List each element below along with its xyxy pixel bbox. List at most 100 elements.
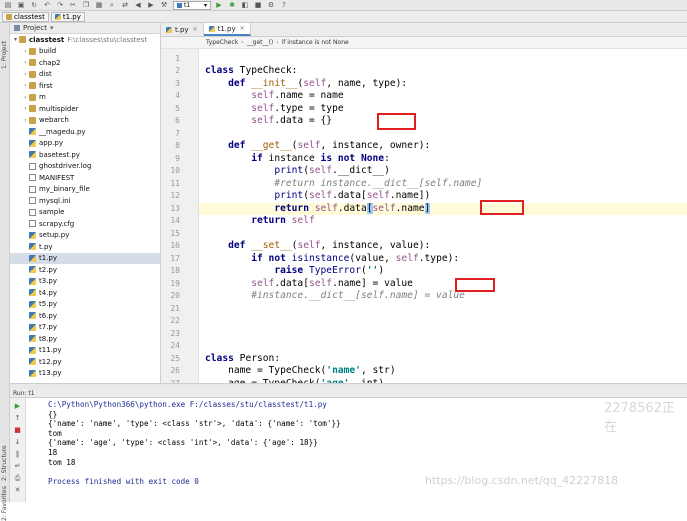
- nav-crumb-project[interactable]: classtest: [2, 11, 49, 22]
- tree-item[interactable]: app.py: [10, 138, 160, 150]
- tree-item[interactable]: ghostdriver.log: [10, 161, 160, 173]
- tree-item[interactable]: › build: [10, 46, 160, 58]
- tree-item-label: t.py: [39, 242, 53, 251]
- file-icon: [29, 208, 36, 216]
- line-number: 19: [170, 278, 180, 288]
- tree-item[interactable]: t2.py: [10, 264, 160, 276]
- tree-item[interactable]: › multispider: [10, 103, 160, 115]
- expand-arrow-icon[interactable]: ›: [22, 94, 29, 101]
- open-icon[interactable]: ▤: [3, 1, 13, 10]
- expand-arrow-icon[interactable]: ›: [22, 48, 29, 55]
- tree-item[interactable]: MANIFEST: [10, 172, 160, 184]
- close-icon[interactable]: ✕: [193, 26, 198, 33]
- tree-item[interactable]: t4.py: [10, 287, 160, 299]
- expand-arrow-icon[interactable]: ›: [22, 82, 29, 89]
- breadcrumb-item[interactable]: if instance is not None: [282, 39, 349, 46]
- expand-arrow-icon[interactable]: ›: [22, 105, 29, 112]
- tree-item[interactable]: scrapy.cfg: [10, 218, 160, 230]
- tree-item[interactable]: t12.py: [10, 356, 160, 368]
- undo-icon[interactable]: ↶: [42, 1, 52, 10]
- tree-root[interactable]: ▾ classtest F:\classes\stu\classtest: [10, 34, 160, 46]
- tree-item[interactable]: my_binary_file: [10, 184, 160, 196]
- tree-item[interactable]: sample: [10, 207, 160, 219]
- file-icon: [29, 174, 36, 182]
- sync-icon[interactable]: ↻: [29, 1, 39, 10]
- console-line: {'name': 'name', 'type': <class 'str'>, …: [48, 419, 341, 429]
- forward-icon[interactable]: ▶: [146, 1, 156, 10]
- line-number: 3: [175, 78, 180, 88]
- python-file-icon: [29, 231, 36, 239]
- tree-item[interactable]: t13.py: [10, 368, 160, 380]
- project-panel-header: Project ▾: [10, 23, 160, 34]
- code-line: return self: [251, 215, 315, 226]
- tree-item[interactable]: t1.py: [10, 252, 160, 264]
- save-icon[interactable]: ▣: [16, 1, 26, 10]
- pause-icon[interactable]: ∥: [13, 450, 22, 458]
- help-icon[interactable]: ?: [279, 1, 289, 10]
- wrap-icon[interactable]: ↵: [13, 462, 22, 470]
- settings-icon[interactable]: ⚙: [266, 1, 276, 10]
- breadcrumb-item[interactable]: TypeCheck: [206, 39, 238, 46]
- expand-arrow-icon[interactable]: ›: [22, 59, 29, 66]
- tree-item-label: mysql.ini: [39, 196, 71, 205]
- tree-item[interactable]: t3.py: [10, 276, 160, 288]
- code-editor[interactable]: class TypeCheck: def __init__(self, name…: [199, 49, 687, 383]
- tree-item[interactable]: setup.py: [10, 230, 160, 242]
- tree-item[interactable]: › chap2: [10, 57, 160, 69]
- tree-item[interactable]: › m: [10, 92, 160, 104]
- tree-item[interactable]: basetest.py: [10, 149, 160, 161]
- replace-icon[interactable]: ⇄: [120, 1, 130, 10]
- tool-tab-project[interactable]: 1: Project: [1, 29, 9, 69]
- tree-item[interactable]: › first: [10, 80, 160, 92]
- tree-item[interactable]: › webarch: [10, 115, 160, 127]
- rerun-icon[interactable]: ▶: [13, 402, 22, 410]
- expand-arrow-icon[interactable]: ▾: [12, 36, 19, 43]
- python-file-icon: [166, 26, 172, 33]
- expand-arrow-icon[interactable]: ›: [22, 71, 29, 78]
- annotation-box: [377, 113, 416, 130]
- tree-item[interactable]: t.py: [10, 241, 160, 253]
- up-icon[interactable]: ↑: [13, 414, 22, 422]
- run-icon[interactable]: ▶: [214, 1, 224, 10]
- copy-icon[interactable]: ❐: [81, 1, 91, 10]
- tool-tab-favorites[interactable]: 2: Favorites: [1, 483, 9, 521]
- stop-icon[interactable]: ■: [13, 426, 22, 434]
- expand-arrow-icon[interactable]: ›: [22, 117, 29, 124]
- breadcrumb-item[interactable]: __get__(): [247, 39, 274, 46]
- tree-item-label: ghostdriver.log: [39, 162, 92, 171]
- run-config-select[interactable]: t1 ▾: [173, 0, 211, 10]
- down-icon[interactable]: ↓: [13, 438, 22, 446]
- find-icon[interactable]: ⌕: [107, 1, 117, 10]
- close-icon[interactable]: ✕: [240, 25, 245, 32]
- print-icon[interactable]: ⎙: [13, 474, 22, 482]
- tree-item-label: t6.py: [39, 311, 58, 320]
- tool-tab-structure[interactable]: 2: Structure: [1, 443, 9, 481]
- tab-t-py[interactable]: t.py ✕: [161, 23, 204, 36]
- build-icon[interactable]: ⚒: [159, 1, 169, 10]
- code-line: print(self.__dict__): [274, 165, 390, 176]
- paste-icon[interactable]: ▦: [94, 1, 104, 10]
- chevron-down-icon[interactable]: ▾: [50, 24, 54, 32]
- tree-item[interactable]: __magedu.py: [10, 126, 160, 138]
- python-file-icon: [29, 277, 36, 285]
- chevron-down-icon: ▾: [203, 1, 207, 9]
- project-view-icon: [14, 25, 20, 31]
- back-icon[interactable]: ◀: [133, 1, 143, 10]
- tree-item[interactable]: mysql.ini: [10, 195, 160, 207]
- cut-icon[interactable]: ✂: [68, 1, 78, 10]
- tree-item[interactable]: t6.py: [10, 310, 160, 322]
- python-file-icon: [29, 139, 36, 147]
- tree-item[interactable]: t11.py: [10, 345, 160, 357]
- tree-item[interactable]: › dist: [10, 69, 160, 81]
- trash-icon[interactable]: ✕: [13, 486, 22, 494]
- nav-crumb-file[interactable]: t1.py: [50, 11, 85, 22]
- tree-item[interactable]: t5.py: [10, 299, 160, 311]
- tree-item[interactable]: t8.py: [10, 333, 160, 345]
- debug-icon[interactable]: ✱: [227, 1, 237, 10]
- coverage-icon[interactable]: ◧: [240, 1, 250, 10]
- tree-item[interactable]: t7.py: [10, 322, 160, 334]
- stop-icon[interactable]: ■: [253, 1, 263, 10]
- tab-t1-py[interactable]: t1.py ✕: [203, 23, 251, 36]
- redo-icon[interactable]: ↷: [55, 1, 65, 10]
- tree-item-label: __magedu.py: [39, 127, 86, 136]
